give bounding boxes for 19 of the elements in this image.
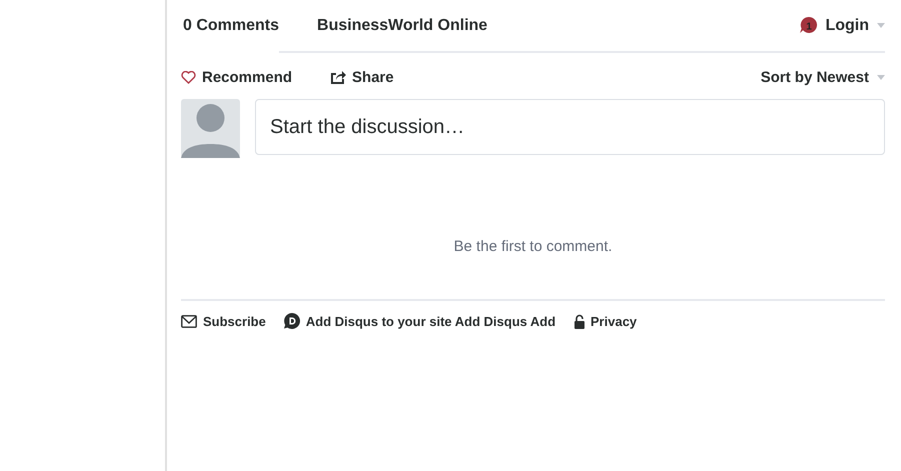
lock-icon[interactable] <box>574 314 585 328</box>
disqus-logo-icon[interactable] <box>284 313 300 329</box>
envelope-icon[interactable] <box>181 314 197 328</box>
subscribe-link[interactable]: Subscribe <box>203 314 266 328</box>
recommend-button[interactable]: Recommend <box>202 68 292 86</box>
login-button[interactable]: Login <box>825 16 869 34</box>
tab[interactable]: BusinessWorld Online <box>315 0 488 53</box>
sort-button[interactable]: Sort by Newest <box>760 68 869 86</box>
share-icon[interactable] <box>330 70 346 84</box>
caret-icon <box>877 23 885 28</box>
avatar-icon <box>181 99 240 158</box>
comment-input-field[interactable]: Start the discussion… <box>255 99 885 155</box>
privacy-link[interactable]: Privacy <box>590 314 637 328</box>
heart-icon[interactable] <box>181 70 196 84</box>
tab[interactable]: 0 Comments <box>181 0 280 53</box>
caret-icon <box>877 74 885 80</box>
share-button[interactable]: Share <box>352 68 394 86</box>
add-disqus-link[interactable]: Add Disqus to your site Add Disqus Add <box>306 314 556 328</box>
empty-message: Be the first to comment. <box>181 238 885 301</box>
